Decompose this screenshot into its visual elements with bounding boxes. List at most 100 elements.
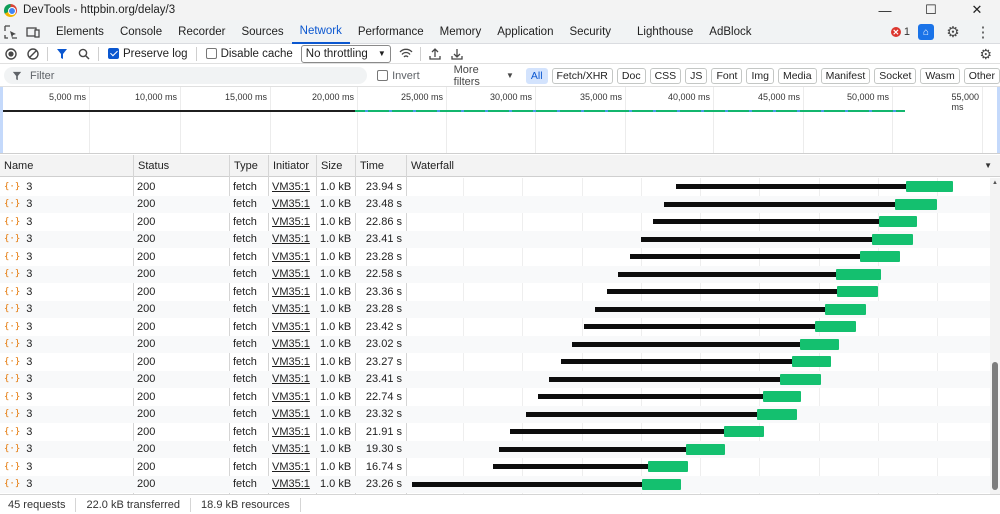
table-scrollbar-thumb[interactable] [992,362,998,490]
sort-chevron-down-icon[interactable]: ▼ [984,161,992,170]
clear-icon[interactable] [22,44,44,64]
initiator-value[interactable]: VM35:1 [272,181,310,193]
device-toolbar-icon[interactable] [22,21,44,43]
tab-sources[interactable]: Sources [233,20,291,44]
filter-chip-other[interactable]: Other [963,67,1000,84]
table-row[interactable]: {·} 3 200 fetch VM35:1 1.0 kB 23.28 s [0,248,990,266]
initiator-link[interactable]: VM35:1 [268,458,316,476]
export-har-icon[interactable] [446,44,468,64]
tab-security[interactable]: Security [561,20,619,44]
initiator-value[interactable]: VM35:1 [272,408,310,420]
initiator-value[interactable]: VM35:1 [272,216,310,228]
initiator-link[interactable]: VM35:1 [268,213,316,231]
initiator-value[interactable]: VM35:1 [272,443,310,455]
filter-chip-manifest[interactable]: Manifest [820,67,871,84]
inspect-element-icon[interactable] [0,21,22,43]
preserve-log-checkbox[interactable]: Preserve log [108,48,188,60]
preserve-log-check[interactable] [108,48,119,59]
initiator-value[interactable]: VM35:1 [272,268,310,280]
table-row[interactable]: {·} 3 200 fetch VM35:1 1.0 kB 23.41 s [0,370,990,389]
network-settings-gear-icon[interactable]: ⚙ [979,46,992,63]
settings-gear-icon[interactable]: ⚙ [942,21,964,43]
table-row[interactable]: {·} 3 200 fetch VM35:1 1.0 kB 21.91 s [0,423,990,441]
table-row[interactable]: {·} 3 200 fetch VM35:1 1.0 kB 22.86 s [0,213,990,231]
filter-chip-wasm[interactable]: Wasm [920,67,960,84]
table-row[interactable]: {·} 3 200 fetch VM35:1 1.0 kB 23.41 s [0,230,990,249]
table-row[interactable]: {·} 3 200 fetch VM35:1 1.0 kB 23.94 s [0,178,990,196]
disable-cache-check[interactable] [205,48,217,59]
filter-chip-img[interactable]: Img [746,67,774,84]
filter-chip-js[interactable]: JS [685,67,708,84]
tab-network[interactable]: Network [291,20,350,44]
table-row[interactable]: {·} 3 200 fetch VM35:1 1.0 kB 23.02 s [0,335,990,353]
close-button[interactable]: ✕ [954,0,1000,20]
table-row[interactable]: {·} 3 200 fetch VM35:1 1.0 kB 19.30 s [0,440,990,459]
table-row[interactable]: {·} 3 200 fetch VM35:1 1.0 kB 23.42 s [0,318,990,336]
table-row[interactable]: {·} 3 200 fetch VM35:1 1.0 kB 22.74 s [0,388,990,406]
tab-elements[interactable]: Elements [48,20,112,44]
minimize-button[interactable]: — [862,0,908,20]
maximize-button[interactable]: ☐ [908,0,954,20]
column-header-name[interactable]: Name [0,155,133,177]
filter-chip-fetch-xhr[interactable]: Fetch/XHR [551,67,613,84]
table-row[interactable]: {·} 3 200 fetch VM35:1 1.0 kB 23.26 s [0,475,990,494]
initiator-value[interactable]: VM35:1 [272,321,310,333]
filter-chip-doc[interactable]: Doc [616,67,646,84]
column-header-status[interactable]: Status [133,155,229,177]
network-conditions-icon[interactable] [395,44,417,64]
scroll-up-arrow-icon[interactable]: ▲ [990,178,1000,188]
column-header-size[interactable]: Size [316,155,355,177]
table-row[interactable]: {·} 3 200 fetch VM35:1 1.0 kB 16.74 s [0,458,990,476]
initiator-value[interactable]: VM35:1 [272,303,310,315]
import-har-icon[interactable] [424,44,446,64]
initiator-value[interactable]: VM35:1 [272,391,310,403]
column-header-initiator[interactable]: Initiator [268,155,316,177]
invert-check[interactable] [377,70,389,81]
error-count-badge[interactable]: ✕ 1 [890,26,910,38]
column-header-waterfall[interactable]: Waterfall [406,155,990,177]
more-options-icon[interactable]: ⋮ [972,21,994,43]
tab-recorder[interactable]: Recorder [170,20,233,44]
table-row[interactable]: {·} 3 200 fetch VM35:1 1.0 kB 23.36 s [0,283,990,301]
overview-left-handle[interactable] [0,87,3,153]
table-row[interactable]: {·} 3 200 fetch VM35:1 1.0 kB 23.48 s [0,195,990,214]
initiator-link[interactable]: VM35:1 [268,406,316,424]
filter-chip-css[interactable]: CSS [649,67,682,84]
tab-performance[interactable]: Performance [350,20,432,44]
timeline-overview[interactable]: 5,000 ms 10,000 ms 15,000 ms 20,000 ms 25,00… [0,87,1000,154]
initiator-link[interactable]: VM35:1 [268,318,316,336]
initiator-value[interactable]: VM35:1 [272,478,310,490]
filter-icon[interactable] [51,44,73,64]
initiator-value[interactable]: VM35:1 [272,426,310,438]
initiator-link[interactable]: VM35:1 [268,441,316,459]
tab-memory[interactable]: Memory [432,20,490,44]
table-row[interactable]: {·} 3 200 fetch VM35:1 1.0 kB 23.32 s [0,405,990,424]
initiator-link[interactable]: VM35:1 [268,301,316,319]
initiator-link[interactable]: VM35:1 [268,266,316,284]
extension-icon[interactable]: ⌂ [918,24,934,40]
table-row[interactable]: {·} 3 200 fetch VM35:1 1.0 kB 23.28 s [0,300,990,319]
filter-chip-socket[interactable]: Socket [874,67,917,84]
tab-console[interactable]: Console [112,20,170,44]
search-icon[interactable] [73,44,95,64]
disable-cache-checkbox[interactable]: Disable cache [205,48,293,60]
initiator-value[interactable]: VM35:1 [272,356,310,368]
tab-application[interactable]: Application [489,20,561,44]
filter-chip-media[interactable]: Media [777,67,817,84]
initiator-value[interactable]: VM35:1 [272,233,310,245]
initiator-link[interactable]: VM35:1 [268,231,316,249]
throttling-select[interactable]: No throttling ▼ [300,44,391,63]
initiator-link[interactable]: VM35:1 [268,283,316,301]
initiator-link[interactable]: VM35:1 [268,388,316,406]
table-row[interactable]: {·} 3 200 fetch VM35:1 1.0 kB 22.58 s [0,265,990,284]
invert-checkbox[interactable]: Invert [377,70,420,82]
initiator-link[interactable]: VM35:1 [268,423,316,441]
initiator-value[interactable]: VM35:1 [272,373,310,385]
initiator-link[interactable]: VM35:1 [268,196,316,214]
initiator-link[interactable]: VM35:1 [268,248,316,266]
initiator-value[interactable]: VM35:1 [272,251,310,263]
initiator-link[interactable]: VM35:1 [268,353,316,371]
initiator-link[interactable]: VM35:1 [268,476,316,494]
initiator-link[interactable]: VM35:1 [268,371,316,389]
column-header-type[interactable]: Type [229,155,268,177]
